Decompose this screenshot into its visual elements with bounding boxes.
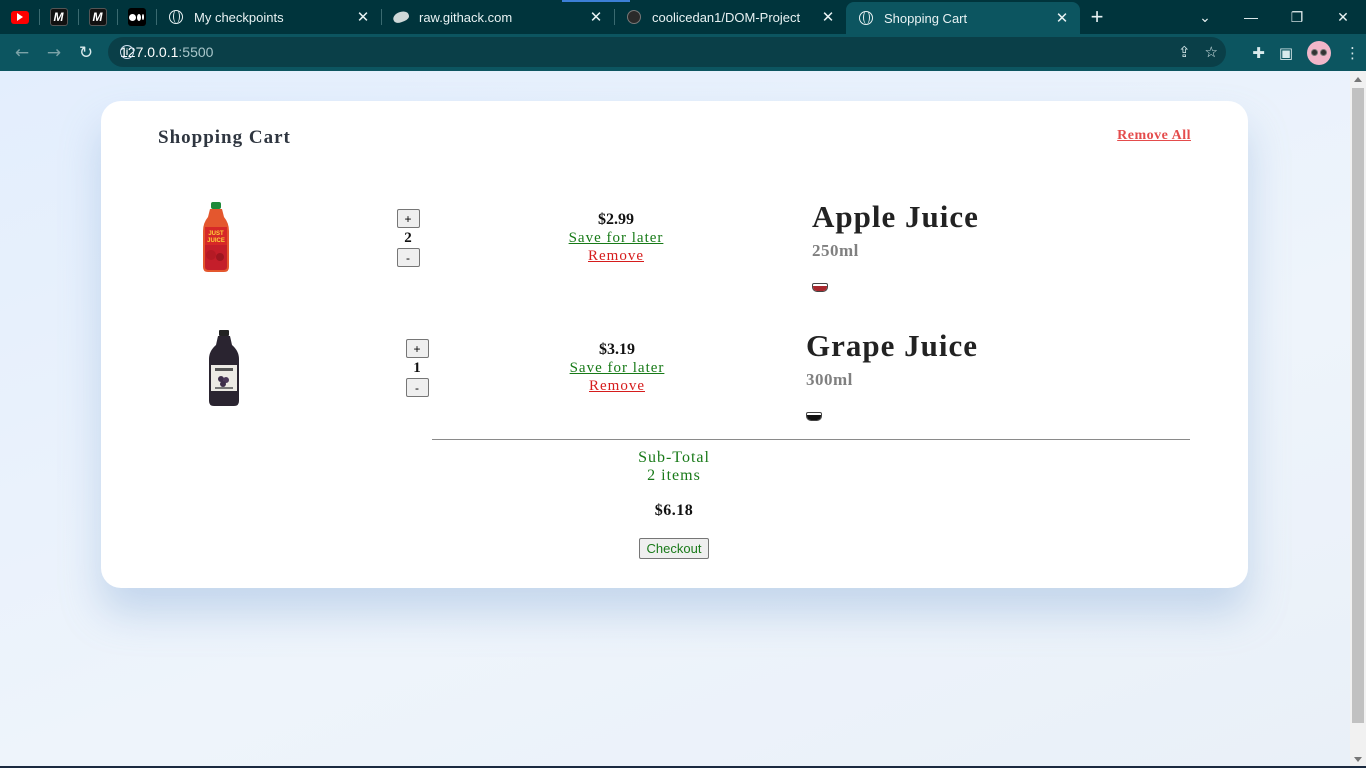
quantity-value: 1 [413, 360, 421, 376]
juice-color-swatch [812, 283, 828, 292]
product-name: Grape Juice [806, 328, 978, 363]
juice-bottle-icon [209, 330, 239, 406]
cart-item-grape-juice: + 1 - $3.19 Save for later Remove Grape … [101, 328, 1248, 449]
tab-title: Shopping Cart [884, 10, 968, 26]
remove-item-link[interactable]: Remove [557, 377, 677, 395]
tab-title: My checkpoints [194, 9, 284, 25]
scrollbar-thumb[interactable] [1352, 88, 1364, 723]
increase-quantity-button[interactable]: + [396, 209, 420, 228]
price-actions: $2.99 Save for later Remove [556, 210, 676, 265]
site-info-icon[interactable]: i [120, 45, 134, 59]
product-volume: 250ml [812, 241, 859, 260]
pinned-tab-m2[interactable]: M [78, 0, 117, 34]
globe-icon [858, 10, 874, 26]
quantity-stepper: + 2 - [395, 209, 421, 267]
tab-dom-project[interactable]: coolicedan1/DOM-Project ✕ [614, 0, 846, 34]
minimize-button[interactable]: — [1228, 9, 1274, 25]
bottle-label-text: JUICE [207, 238, 225, 244]
profile-avatar[interactable] [1307, 40, 1331, 65]
github-icon [626, 9, 642, 25]
item-details: Grape Juice 300ml [806, 328, 978, 421]
new-tab-button[interactable]: + [1080, 0, 1114, 34]
close-icon[interactable]: ✕ [588, 8, 604, 26]
increase-quantity-button[interactable]: + [405, 339, 429, 358]
tab-title: coolicedan1/DOM-Project [652, 9, 801, 25]
tab-search-icon[interactable]: ⌄ [1182, 9, 1228, 26]
save-for-later-link[interactable]: Save for later [557, 359, 677, 377]
quantity-stepper: + 1 - [404, 339, 430, 397]
grape-juice-image [207, 329, 241, 407]
remove-all-link[interactable]: Remove All [1117, 128, 1191, 144]
tab-shopping-cart[interactable]: Shopping Cart ✕ [846, 2, 1080, 34]
reload-button[interactable]: ↻ [70, 37, 102, 69]
window-controls: ⌄ — ❐ ✕ [1182, 0, 1366, 34]
remove-item-link[interactable]: Remove [556, 247, 676, 265]
product-name: Apple Juice [812, 199, 979, 234]
product-volume: 300ml [806, 370, 853, 389]
juice-bottle-icon: JUST JUICE [203, 202, 229, 272]
githack-icon [391, 9, 411, 25]
shopping-cart-card: Shopping Cart Remove All JUST JUICE + 2 [101, 101, 1248, 588]
tab-title: raw.githack.com [419, 9, 513, 25]
globe-icon [168, 9, 184, 25]
decrease-quantity-button[interactable]: - [396, 248, 420, 267]
menu-kebab-icon[interactable]: ⋮ [1345, 44, 1360, 62]
close-icon[interactable]: ✕ [820, 8, 836, 26]
forward-button[interactable]: → [38, 37, 70, 69]
m-icon: M [49, 8, 68, 26]
pinned-tab-medium[interactable] [117, 0, 156, 34]
browser-toolbar: ← → ↻ i 127.0.0.1:5500 ⇪ ☆ ✚ ▣ ⋮ [0, 34, 1366, 71]
tab-my-checkpoints[interactable]: My checkpoints ✕ [156, 0, 381, 34]
medium-icon [127, 8, 146, 26]
close-icon[interactable]: ✕ [1054, 9, 1070, 27]
extensions-icon[interactable]: ✚ [1252, 44, 1265, 62]
tab-raw-githack[interactable]: raw.githack.com ✕ [381, 0, 614, 34]
browser-tab-strip: M M My checkpoints ✕ raw.githack.com ✕ c… [0, 0, 1366, 34]
quantity-value: 2 [404, 230, 412, 246]
pinned-tabs: M M [0, 0, 156, 34]
bookmark-star-icon[interactable]: ☆ [1205, 43, 1218, 61]
m-icon: M [88, 8, 107, 26]
youtube-icon [10, 10, 29, 24]
address-bar[interactable]: i 127.0.0.1:5500 ⇪ ☆ [108, 37, 1226, 67]
price-actions: $3.19 Save for later Remove [557, 340, 677, 395]
close-icon[interactable]: ✕ [355, 8, 371, 26]
item-price: $2.99 [598, 211, 634, 228]
scroll-down-arrow-icon[interactable] [1354, 757, 1362, 762]
url-port: :5500 [178, 44, 214, 60]
total-amount: $6.18 [654, 502, 694, 519]
bottle-label-text: JUST [208, 231, 224, 237]
share-icon[interactable]: ⇪ [1178, 43, 1191, 61]
decrease-quantity-button[interactable]: - [405, 378, 429, 397]
page-viewport: Shopping Cart Remove All JUST JUICE + 2 [0, 71, 1350, 768]
cart-title: Shopping Cart [158, 127, 291, 148]
item-price: $3.19 [599, 341, 635, 358]
apple-juice-image: JUST JUICE [201, 201, 231, 273]
pinned-tab-youtube[interactable] [0, 0, 39, 34]
address-bar-actions: ⇪ ☆ [1178, 37, 1218, 67]
save-for-later-link[interactable]: Save for later [556, 229, 676, 247]
restore-button[interactable]: ❐ [1274, 9, 1320, 26]
items-count: 2 items [647, 467, 701, 484]
close-window-button[interactable]: ✕ [1320, 9, 1366, 26]
scroll-up-arrow-icon[interactable] [1354, 77, 1362, 82]
cart-item-apple-juice: JUST JUICE + 2 - $2.99 Save for later Re… [101, 199, 1248, 321]
toolbar-right: ✚ ▣ ⋮ [1252, 34, 1360, 71]
cart-summary: Sub-Total 2 items $6.18 Checkout [599, 449, 749, 559]
subtotal-label: Sub-Total [638, 449, 710, 466]
summary-divider [432, 439, 1190, 440]
juice-color-swatch [806, 412, 822, 421]
checkout-button[interactable]: Checkout [638, 538, 710, 559]
page-scrollbar[interactable] [1350, 71, 1366, 768]
back-button[interactable]: ← [6, 37, 38, 69]
side-panel-icon[interactable]: ▣ [1279, 44, 1293, 62]
pinned-tab-m1[interactable]: M [39, 0, 78, 34]
item-details: Apple Juice 250ml [812, 199, 979, 292]
